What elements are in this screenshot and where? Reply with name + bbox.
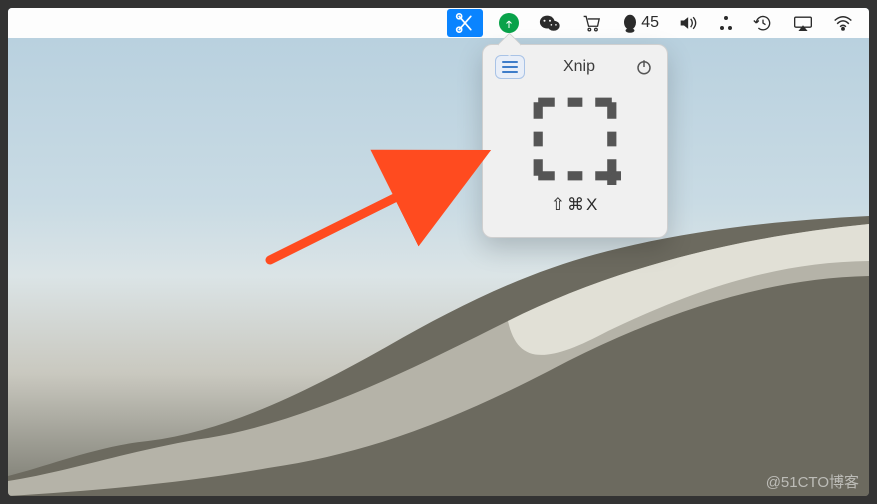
desktop-wallpaper xyxy=(8,8,869,496)
volume-icon[interactable] xyxy=(675,8,703,38)
time-machine-icon[interactable] xyxy=(749,8,777,38)
xnip-menubar-icon[interactable] xyxy=(447,9,483,37)
xnip-popover: Xnip ⇧⌘X xyxy=(482,44,668,238)
capture-button[interactable]: ⇧⌘X xyxy=(520,93,630,215)
wechat-icon[interactable] xyxy=(535,8,565,38)
popover-header: Xnip xyxy=(495,55,655,79)
popover-title: Xnip xyxy=(563,58,595,76)
power-button[interactable] xyxy=(633,56,655,78)
menu-extra-icon[interactable] xyxy=(715,8,737,38)
mountain-background xyxy=(8,216,869,496)
cart-icon[interactable] xyxy=(577,8,605,38)
shortcut-label: ⇧⌘X xyxy=(551,195,600,215)
qq-count: 45 xyxy=(641,14,659,32)
qq-notification[interactable]: 45 xyxy=(617,8,663,38)
wifi-icon[interactable] xyxy=(829,8,857,38)
menu-button[interactable] xyxy=(495,55,525,79)
airplay-icon[interactable] xyxy=(789,8,817,38)
crop-icon xyxy=(529,93,621,185)
qq-penguin-icon xyxy=(621,13,639,33)
menu-bar: 45 xyxy=(8,8,869,38)
